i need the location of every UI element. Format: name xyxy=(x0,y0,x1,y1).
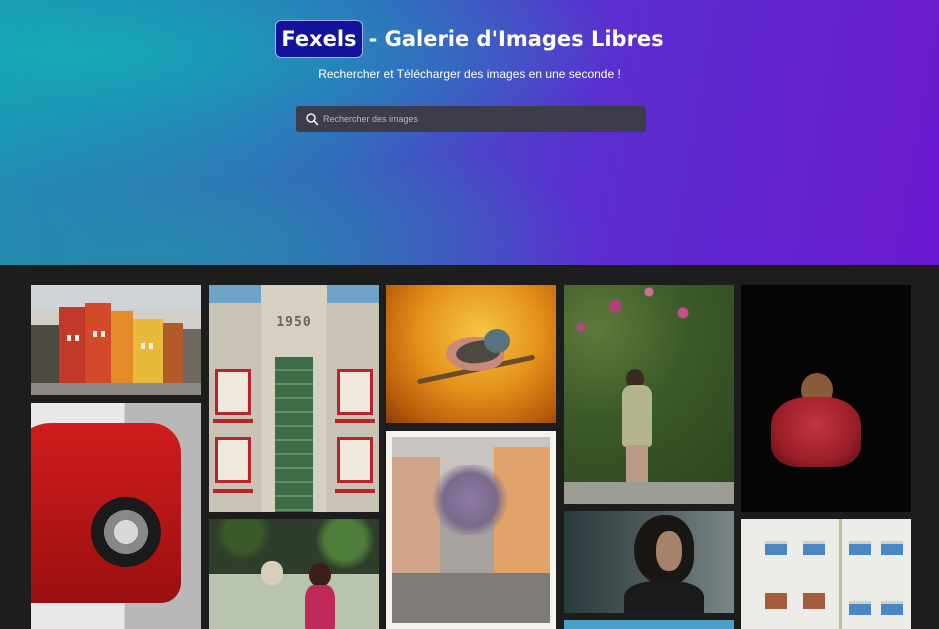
gallery-photo-red-car[interactable] xyxy=(31,403,201,629)
search-icon xyxy=(306,113,319,126)
gallery-photo-1950-building[interactable]: 1950 xyxy=(209,285,379,512)
page-title: - Galerie d'Images Libres xyxy=(368,27,664,51)
building-year-text: 1950 xyxy=(276,315,312,330)
gallery-photo-sky[interactable] xyxy=(564,620,734,629)
gallery-photo-street[interactable] xyxy=(386,431,556,629)
site-logo[interactable]: Fexels xyxy=(275,20,363,58)
search-bar[interactable] xyxy=(296,106,646,132)
gallery-photo-buildings[interactable] xyxy=(31,285,201,395)
title-row: Fexels - Galerie d'Images Libres xyxy=(0,20,939,58)
hero-banner: Fexels - Galerie d'Images Libres Recherc… xyxy=(0,0,939,265)
gallery-photo-red-jacket[interactable] xyxy=(741,285,911,512)
gallery-photo-bird[interactable] xyxy=(386,285,556,423)
search-input[interactable] xyxy=(323,110,638,128)
gallery-photo-woman-portrait[interactable] xyxy=(564,511,734,613)
image-gallery: 1950 xyxy=(0,265,939,629)
gallery-photo-man-plants[interactable] xyxy=(564,285,734,504)
gallery-photo-white-building[interactable] xyxy=(741,519,911,629)
gallery-photo-woman-flowers[interactable] xyxy=(209,519,379,629)
page-subtitle: Rechercher et Télécharger des images en … xyxy=(318,67,621,81)
